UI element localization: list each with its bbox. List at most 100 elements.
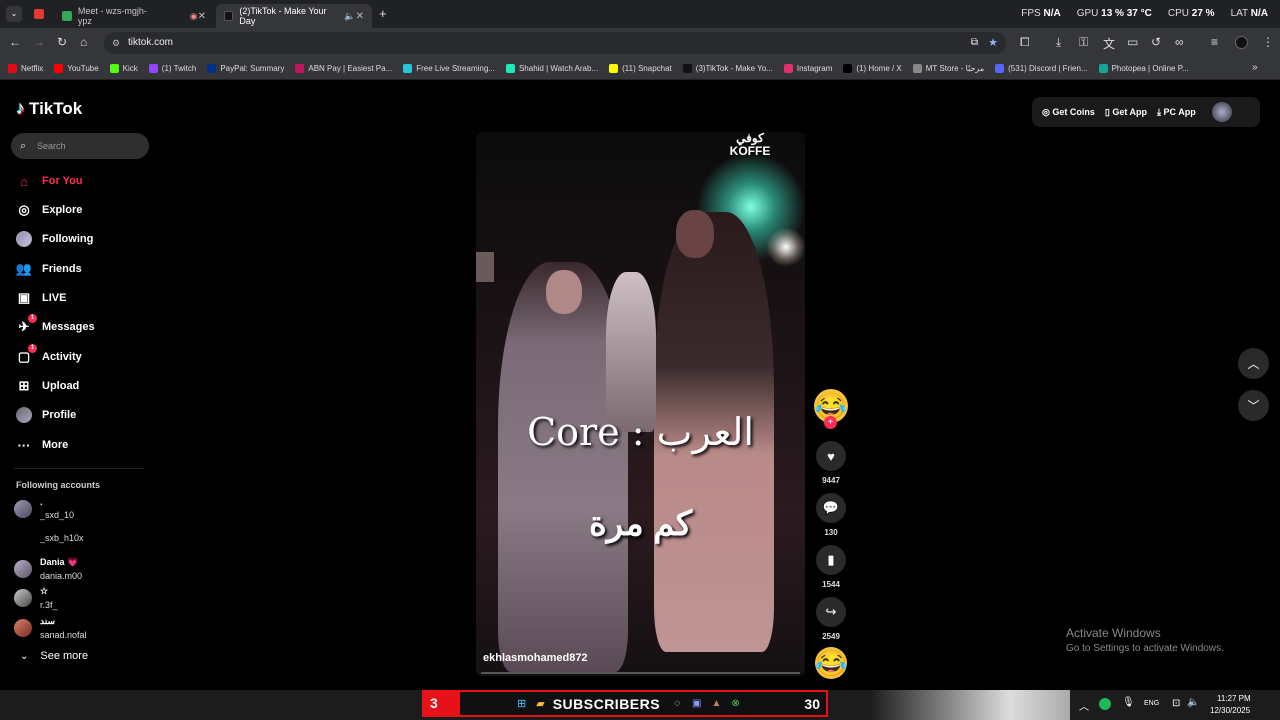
bookmark-label: (1) Home / X (856, 64, 902, 73)
clock-date[interactable]: 12/30/2025 (1210, 706, 1250, 715)
share-button[interactable]: ↪ (816, 597, 846, 627)
tab-tiktok[interactable]: (2)TikTok - Make Your Day 🔈 ✕ (216, 4, 372, 28)
download-icon[interactable]: ⤓ (1056, 35, 1061, 50)
wallet-icon[interactable]: ▭ (1127, 35, 1138, 49)
music-disc[interactable]: 😂 (815, 647, 847, 679)
start-icon[interactable]: ⊞ (517, 697, 526, 710)
bookmark-label: YouTube (67, 64, 99, 73)
get-coins-button[interactable]: ◎ Get Coins (1042, 107, 1095, 118)
taskbar-app-icon[interactable]: ▲ (712, 698, 722, 709)
home-icon[interactable]: ⌂ (80, 35, 87, 49)
bookmark-item[interactable]: Netflix (8, 64, 43, 73)
password-icon[interactable]: ⚿ (1079, 35, 1088, 50)
nav-following[interactable]: Following (16, 231, 93, 247)
comment-button[interactable]: 💬 (816, 493, 846, 523)
language-indicator[interactable]: ENG (1144, 700, 1159, 707)
account-item[interactable]: Dania 💗 dania.m00 (14, 557, 82, 581)
url-field[interactable]: ⚙ tiktok.com ⧉ ★ (104, 32, 1006, 54)
video-player[interactable]: كوفي KOFFE Core : العرب كم مرة ekhlasmoh… (476, 132, 805, 676)
nav-upload[interactable]: ⊞ Upload (16, 378, 80, 394)
bookmark-item[interactable]: (11) Snapchat (609, 64, 672, 73)
gpu-temp: 37 °C (1126, 8, 1152, 19)
nav-more[interactable]: ··· More (16, 437, 69, 453)
save-button[interactable]: ▮ (816, 545, 846, 575)
speaker-icon[interactable]: 🔈 (344, 11, 355, 22)
nav-activity[interactable]: ▢ 1 Activity (16, 344, 82, 365)
profile-avatar[interactable] (1235, 36, 1248, 49)
tray-chevron-icon[interactable]: ︿ (1079, 698, 1089, 713)
file-explorer-icon[interactable]: ▰ (536, 697, 544, 710)
taskbar-app-icon[interactable]: ▣ (692, 698, 701, 709)
forward-icon[interactable]: → (33, 35, 45, 49)
tab-meet[interactable]: Meet - wzs-mgjh-ypz ◉ ✕ (54, 4, 214, 28)
follow-plus-icon[interactable]: + (824, 416, 837, 429)
pc-app-button[interactable]: ⤓ PC App (1157, 107, 1196, 118)
account-item[interactable]: ☆ r.3f_ (14, 586, 58, 610)
bookmark-item[interactable]: (1) Home / X (843, 64, 902, 73)
new-tab-icon[interactable]: + (379, 6, 387, 21)
subscribers-label: SUBSCRIBERS (552, 695, 661, 712)
bookmark-item[interactable]: (531) Discord | Frien... (995, 64, 1088, 73)
nav-messages[interactable]: ✈ 1 Messages (16, 314, 95, 335)
search-input[interactable]: ⌕ Search (11, 133, 149, 159)
get-app-button[interactable]: ▯ Get App (1105, 107, 1147, 118)
video-progress-bar[interactable] (481, 672, 800, 674)
tab-favicon[interactable] (34, 9, 44, 19)
profile-avatar[interactable] (1211, 102, 1232, 122)
see-more-button[interactable]: ⌄ See more (20, 650, 88, 662)
close-icon[interactable]: ✕ (356, 11, 364, 22)
bookmark-item[interactable]: Instagram (783, 64, 832, 73)
wifi-icon[interactable]: ⊡ (1172, 698, 1180, 709)
messages-badge: 1 (28, 314, 37, 323)
translate-icon[interactable]: 文 (1103, 35, 1115, 52)
taskbar-app-icon[interactable]: ◌ (674, 698, 680, 709)
account-item[interactable]: . _sxd_10 (14, 497, 74, 520)
volume-icon[interactable]: 🔈 (1187, 697, 1199, 708)
nav-friends[interactable]: 👥 Friends (16, 261, 82, 277)
bookmark-item[interactable]: Kick (109, 64, 138, 73)
bookmark-item[interactable]: MT Store - مرحبًا (912, 64, 984, 73)
mic-icon[interactable]: 🎙 (1122, 697, 1135, 708)
tab-label: (2)TikTok - Make Your Day (239, 6, 327, 26)
menu-kebab-icon[interactable]: ⋮ (1262, 35, 1274, 49)
phone-icon: ▯ (1104, 106, 1110, 117)
bookmark-item[interactable]: Free Live Streaming... (403, 64, 495, 73)
extensions-icon[interactable]: ⧠ (1020, 35, 1030, 50)
next-video-button[interactable]: ﹀ (1238, 390, 1269, 421)
account-item[interactable]: سند sanad.nofal (14, 616, 87, 640)
reload-icon[interactable]: ↻ (57, 35, 67, 49)
bookmarks-overflow-icon[interactable]: » (1252, 62, 1258, 73)
back-icon[interactable]: ← (9, 35, 21, 49)
tiktok-logo[interactable]: ♪ TikTok (16, 98, 82, 119)
site-info-icon[interactable]: ⚙ (112, 32, 120, 54)
bookmark-star-icon[interactable]: ★ (988, 32, 998, 54)
bookmark-item[interactable]: YouTube (54, 64, 99, 73)
xbox-icon[interactable]: ⊗ (731, 698, 739, 709)
bookmark-item[interactable]: PayPal: Summary (207, 64, 284, 73)
nav-for-you[interactable]: ⌂ For You (16, 173, 82, 189)
previous-video-button[interactable]: ︿ (1238, 348, 1269, 379)
bookmark-item[interactable]: ABN Pay | Easiest Pa... (295, 64, 392, 73)
bookmark-favicon (1098, 64, 1108, 73)
bookmark-label: Shahid | Watch Arab... (518, 64, 599, 73)
bookmark-item[interactable]: (1) Twitch (148, 64, 196, 73)
history-icon[interactable]: ↺ (1151, 35, 1161, 49)
clock-time[interactable]: 11:27 PM (1217, 694, 1251, 703)
nav-profile[interactable]: Profile (16, 407, 76, 423)
spotify-icon[interactable] (1099, 698, 1111, 710)
reading-list-icon[interactable]: ≡ (1211, 35, 1218, 49)
bookmark-favicon (995, 64, 1005, 73)
bookmark-item[interactable]: Photopea | Online P... (1098, 64, 1189, 73)
nav-live[interactable]: ▣ LIVE (16, 290, 67, 306)
like-button[interactable]: ♥ (816, 441, 846, 471)
nav-explore[interactable]: ◎ Explore (16, 202, 82, 218)
link-icon[interactable]: ∞ (1175, 35, 1184, 49)
install-app-icon[interactable]: ⧉ (971, 32, 978, 54)
account-item[interactable]: _sxb_h10x (14, 527, 84, 545)
video-author[interactable]: ekhlasmohamed872 (483, 652, 588, 664)
tab-list-chevron-icon[interactable]: ⌄ (6, 6, 22, 22)
bookmark-item[interactable]: Shahid | Watch Arab... (505, 64, 599, 73)
close-icon[interactable]: ✕ (198, 11, 206, 22)
fps-value: N/A (1043, 8, 1061, 19)
bookmark-item[interactable]: (3)TikTok - Make Yo... (682, 64, 773, 73)
